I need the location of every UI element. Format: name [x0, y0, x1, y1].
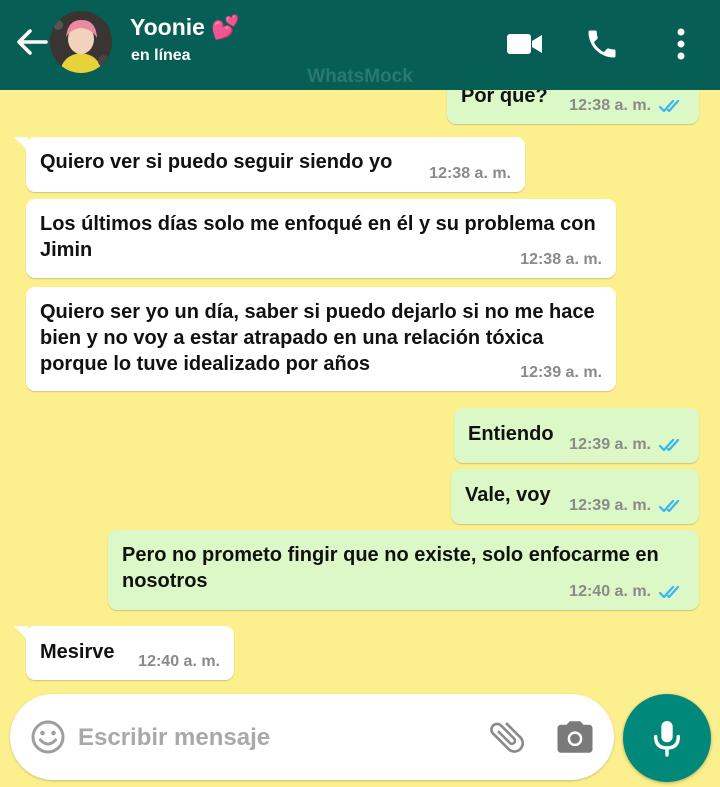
video-call-button[interactable]: [503, 22, 547, 66]
avatar[interactable]: [50, 11, 112, 73]
contact-status: en línea: [131, 47, 191, 64]
double-check-icon: [659, 585, 680, 599]
message-incoming[interactable]: Mesirve 12:40 a. m.: [14, 626, 234, 680]
message-meta: 12:39 a. m.: [569, 436, 685, 454]
double-check-icon: [659, 99, 680, 113]
message-incoming[interactable]: Los últimos días solo me enfoqué en él y…: [26, 199, 616, 278]
paperclip-icon[interactable]: [486, 716, 528, 758]
message-incoming[interactable]: Quiero ver si puedo seguir siendo yo 12:…: [14, 137, 525, 192]
back-button[interactable]: [12, 22, 52, 62]
video-camera-icon: [507, 34, 542, 54]
message-incoming[interactable]: Quiero ser yo un día, saber si puedo dej…: [26, 287, 616, 391]
message-meta: 12:38 a. m.: [429, 165, 511, 183]
message-time: 12:40 a. m.: [569, 583, 651, 600]
message-text: Quiero ser yo un día, saber si puedo dej…: [40, 301, 595, 375]
message-meta: 12:39 a. m.: [520, 364, 602, 382]
message-composer: [10, 694, 614, 780]
microphone-icon: [653, 721, 681, 757]
message-outgoing[interactable]: Por que? 12:38 a. m.: [447, 90, 699, 124]
message-time: 12:40 a. m.: [138, 653, 220, 670]
message-text: Los últimos días solo me enfoqué en él y…: [40, 213, 596, 261]
message-outgoing[interactable]: Vale, voy 12:39 a. m.: [451, 469, 699, 524]
voice-record-button[interactable]: [623, 694, 711, 782]
camera-icon[interactable]: [554, 716, 596, 758]
bubble-tail: [14, 626, 28, 640]
message-meta: 12:39 a. m.: [569, 497, 685, 515]
contact-name[interactable]: Yoonie 💕: [130, 14, 240, 41]
message-outgoing[interactable]: Pero no prometo fingir que no existe, so…: [108, 530, 699, 610]
phone-icon: [588, 30, 616, 58]
message-time: 12:39 a. m.: [520, 364, 602, 381]
message-time: 12:38 a. m.: [520, 251, 602, 268]
avatar-image: [50, 11, 112, 73]
bubble-tail: [14, 137, 28, 151]
arrow-left-icon: [17, 29, 48, 55]
double-check-icon: [659, 499, 680, 513]
more-vert-icon: [677, 28, 685, 60]
message-outgoing[interactable]: Entiendo 12:39 a. m.: [454, 408, 699, 463]
message-list[interactable]: Por que? 12:38 a. m. Quiero ver si puedo…: [0, 90, 720, 690]
double-check-icon: [659, 438, 680, 452]
message-meta: 12:40 a. m.: [569, 583, 685, 601]
voice-call-button[interactable]: [580, 22, 624, 66]
message-meta: 12:38 a. m.: [569, 97, 685, 115]
message-meta: 12:38 a. m.: [520, 251, 602, 269]
message-text: Quiero ver si puedo seguir siendo yo: [40, 151, 393, 173]
message-time: 12:39 a. m.: [569, 436, 651, 453]
message-time: 12:38 a. m.: [569, 97, 651, 114]
menu-button[interactable]: [659, 22, 703, 66]
watermark: WhatsMock: [307, 66, 413, 87]
message-time: 12:38 a. m.: [429, 165, 511, 182]
message-meta: 12:40 a. m.: [138, 653, 220, 671]
emoji-icon[interactable]: [30, 719, 66, 755]
message-input[interactable]: [78, 718, 458, 758]
message-time: 12:39 a. m.: [569, 497, 651, 514]
